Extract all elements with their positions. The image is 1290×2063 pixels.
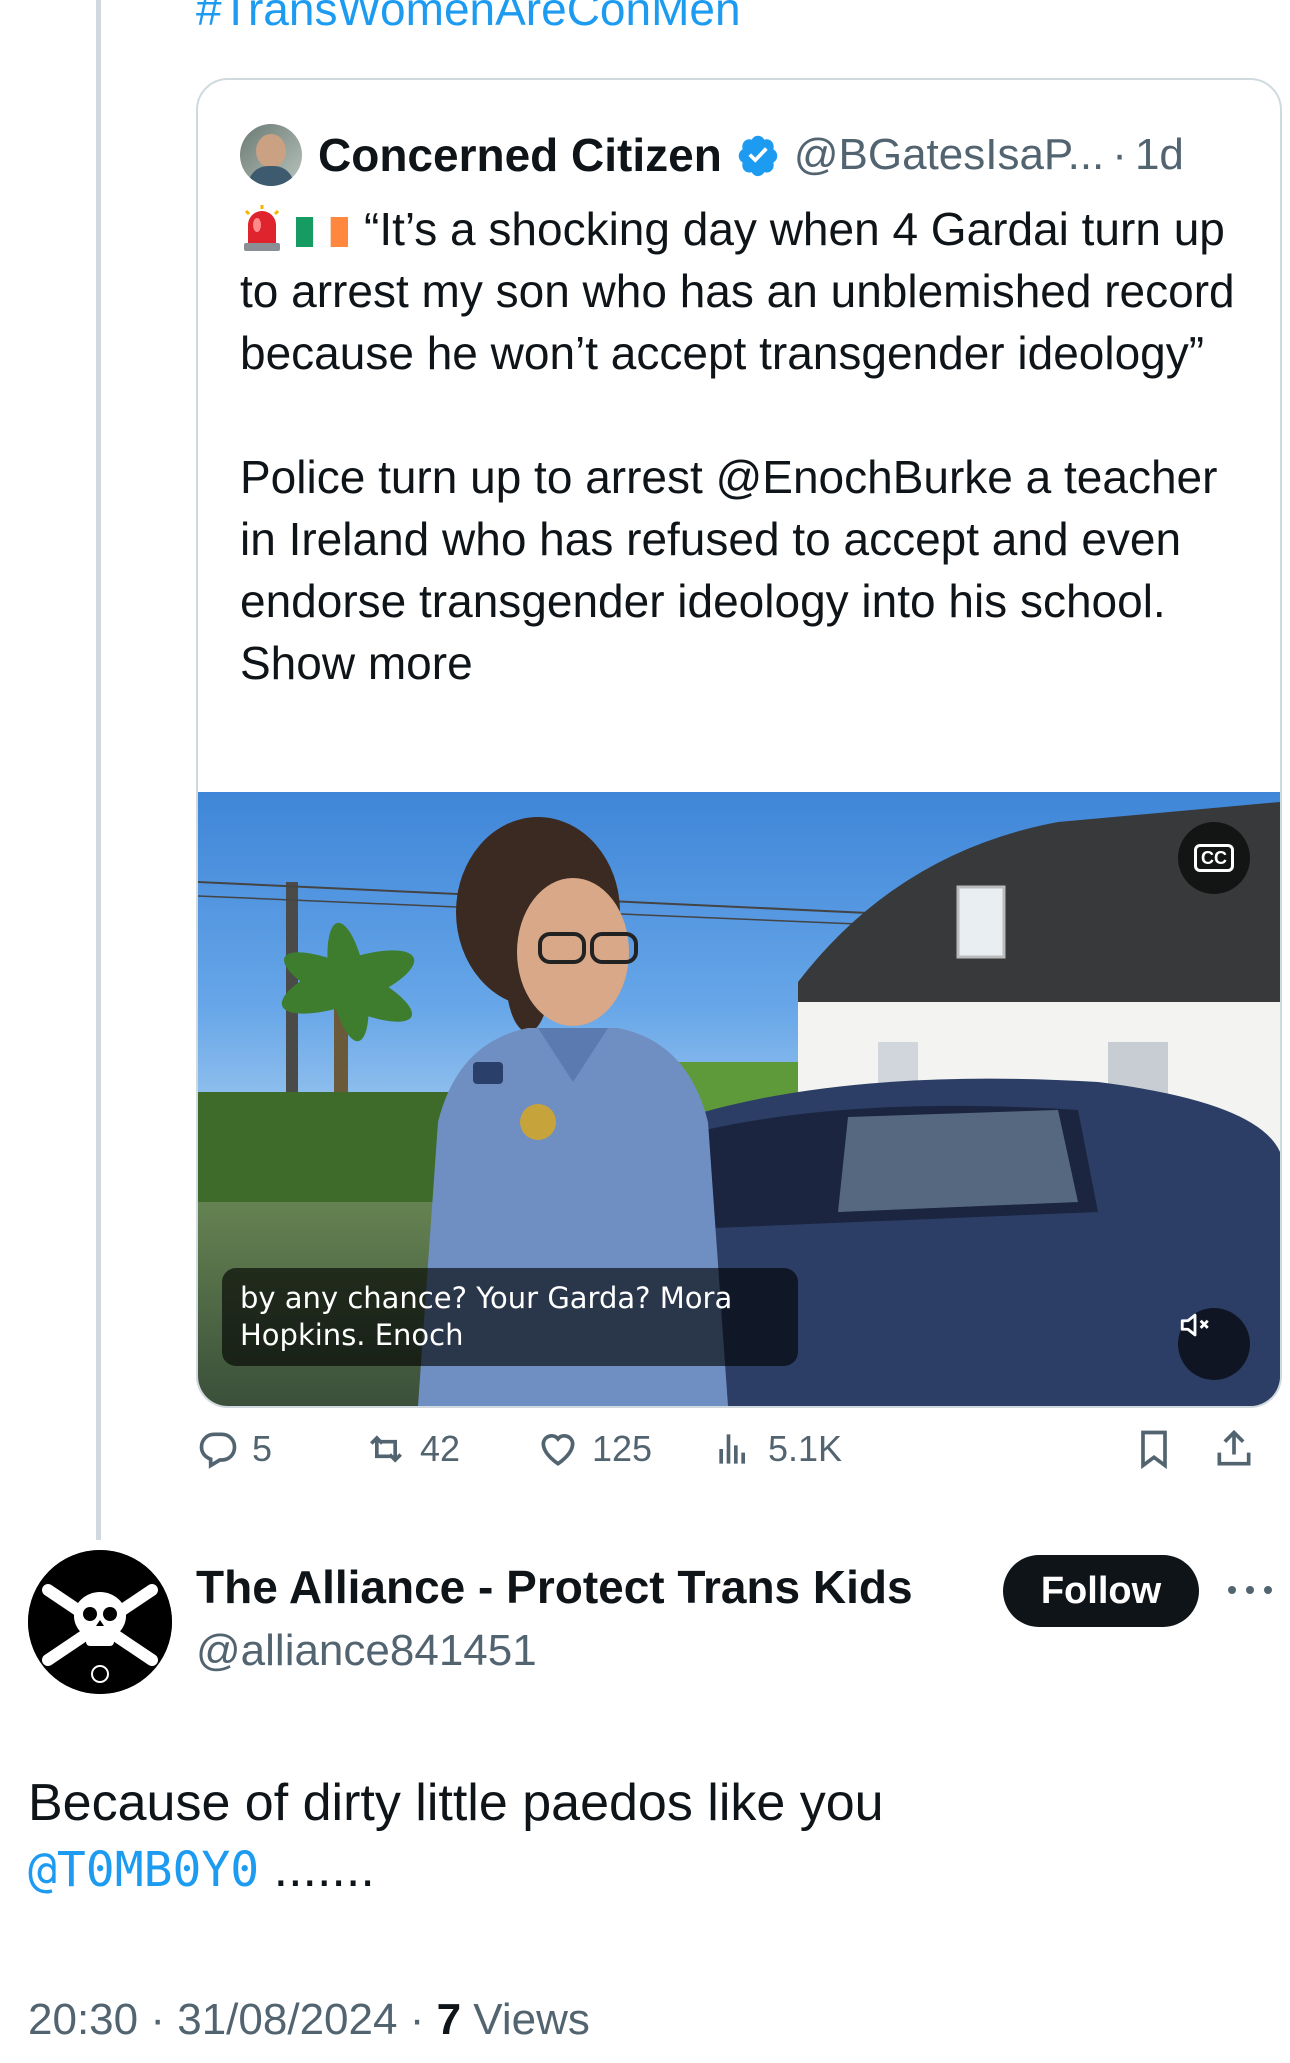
video-caption: by any chance? Your Garda? Mora Hopkins.… <box>222 1268 798 1366</box>
quoted-author-avatar[interactable] <box>240 124 302 186</box>
post-metadata: 20:30 · 31/08/2024 · 7 Views <box>28 1995 590 2045</box>
views-button[interactable]: 5.1K <box>712 1404 842 1494</box>
analytics-icon <box>719 1434 745 1464</box>
reply-text: Because of dirty little paedos like you … <box>28 1770 1228 1903</box>
hashtag-link[interactable]: #TransWomenAreConMen <box>196 0 741 36</box>
reply-count: 5 <box>252 1428 273 1469</box>
quoted-post-header: Concerned Citizen @BGatesIsaP... · 1d <box>240 120 1184 190</box>
meta-separator: · <box>150 1995 165 2044</box>
show-more-link[interactable]: Show more <box>240 637 473 689</box>
speaker-muted-icon <box>1180 1313 1209 1337</box>
like-count: 125 <box>592 1428 653 1469</box>
unmute-button[interactable] <box>1178 1308 1250 1380</box>
reply-icon <box>199 1432 237 1469</box>
captions-toggle-button[interactable]: CC <box>1178 822 1250 894</box>
ireland-flag-emoji-icon <box>296 217 348 247</box>
header-separator: · <box>1112 130 1127 179</box>
meta-separator: · <box>409 1995 425 2044</box>
post-views-label: Views <box>473 1995 590 2044</box>
views-count: 5.1K <box>768 1428 843 1469</box>
skull-crossbones-icon <box>28 1550 172 1694</box>
heart-icon <box>541 1434 575 1466</box>
reply-text-suffix: ....... <box>259 1840 375 1898</box>
quoted-author-name[interactable]: Concerned Citizen <box>318 128 722 182</box>
post-date[interactable]: 31/08/2024 <box>177 1995 397 2044</box>
quoted-post-time[interactable]: 1d <box>1135 130 1184 180</box>
reply-author-handle[interactable]: @alliance841451 <box>196 1626 537 1676</box>
captions-icon: CC <box>1194 844 1234 872</box>
mention-link-enochburke[interactable]: @EnochBurke <box>716 451 1013 503</box>
share-icon <box>1217 1429 1251 1466</box>
post-action-bar: 5 42 125 5.1K <box>196 1404 1290 1494</box>
bookmark-button[interactable] <box>1132 1404 1188 1494</box>
quoted-post-text: “It’s a shocking day when 4 Gardai turn … <box>240 198 1250 694</box>
video-player[interactable]: CC by any chance? Your Garda? Mora Hopki… <box>198 792 1280 1406</box>
reply-author-name[interactable]: The Alliance - Protect Trans Kids <box>196 1560 913 1614</box>
repost-button[interactable]: 42 <box>364 1404 460 1494</box>
thread-connector-line <box>96 0 101 1540</box>
reply-author-avatar[interactable] <box>28 1550 172 1694</box>
quoted-post-card[interactable]: Concerned Citizen @BGatesIsaP... · 1d “I… <box>196 78 1282 1408</box>
like-button[interactable]: 125 <box>536 1404 652 1494</box>
post-time[interactable]: 20:30 <box>28 1995 138 2044</box>
more-options-icon[interactable] <box>1222 1570 1278 1610</box>
share-button[interactable] <box>1212 1404 1268 1494</box>
repost-count: 42 <box>420 1428 461 1469</box>
repost-icon <box>370 1435 402 1463</box>
post-views-count: 7 <box>436 1995 462 2044</box>
quoted-author-handle[interactable]: @BGatesIsaP... <box>794 130 1104 180</box>
reply-text-prefix: Because of dirty little paedos like you <box>28 1774 884 1832</box>
quoted-text-quote: “It’s a shocking day when 4 Gardai turn … <box>240 203 1235 379</box>
mention-link-tomboyo[interactable]: @T0MB0Y0 <box>28 1842 259 1898</box>
bookmark-icon <box>1141 1430 1167 1470</box>
rotating-light-emoji-icon <box>244 205 280 251</box>
follow-button[interactable]: Follow <box>1003 1555 1199 1627</box>
verified-badge-icon <box>738 135 778 177</box>
reply-button[interactable]: 5 <box>196 1404 272 1494</box>
quoted-text-para2-prefix: Police turn up to arrest <box>240 451 716 503</box>
